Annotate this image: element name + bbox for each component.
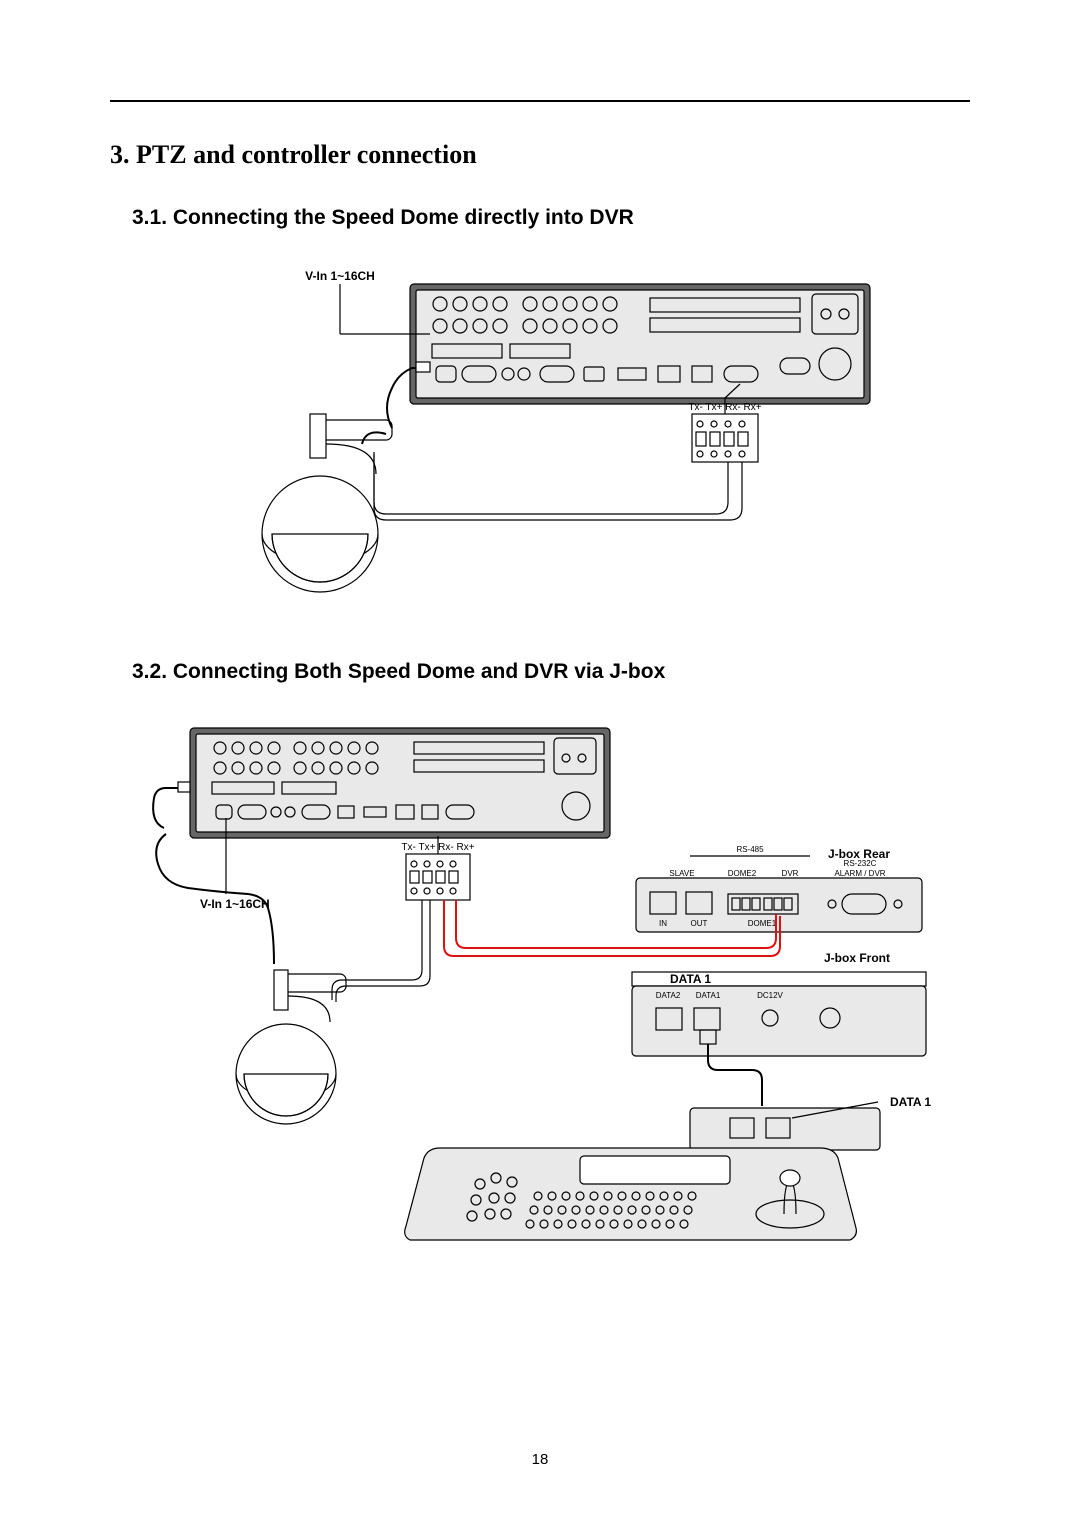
jbox-front-icon: J-box Front DATA 1 DATA2 DATA1 DC12V — [632, 951, 926, 1056]
jbox-front-label: J-box Front — [824, 951, 890, 965]
data1-lower-label: DATA 1 — [890, 1095, 931, 1109]
dvr-back-panel-icon — [410, 284, 870, 404]
page-number: 18 — [0, 1451, 1080, 1468]
dome1-label: DOME1 — [748, 919, 777, 928]
rs485-wires-to-dome-icon — [156, 834, 430, 1002]
speed-dome-camera-icon — [262, 414, 392, 592]
keyboard-controller-icon — [405, 1148, 857, 1240]
diagram-32: V-In 1~16CH Tx- Tx+ Rx- Rx+ — [110, 718, 970, 1258]
dome2-label: DOME2 — [728, 869, 757, 878]
rs232c-label: RS-232C — [844, 859, 877, 868]
dc12v-label: DC12V — [757, 991, 783, 1000]
subsection-32-title: 3.2. Connecting Both Speed Dome and DVR … — [132, 660, 970, 684]
data2-label: DATA2 — [656, 991, 681, 1000]
subsection-31-title: 3.1. Connecting the Speed Dome directly … — [132, 206, 970, 230]
dvr-back-panel-icon — [190, 728, 610, 838]
keyboard-rear-icon: DATA 1 — [690, 1095, 931, 1150]
out-label: OUT — [691, 919, 708, 928]
section-title: 3. PTZ and controller connection — [110, 140, 970, 170]
data1-small-label: DATA1 — [696, 991, 721, 1000]
speed-dome-camera-icon — [236, 970, 346, 1124]
rs485-wires-icon — [374, 452, 742, 520]
document-page: 3. PTZ and controller connection 3.1. Co… — [0, 0, 1080, 1528]
vin-label: V-In 1~16CH — [305, 269, 375, 283]
alarm-dvr-label: ALARM / DVR — [834, 869, 885, 878]
rs485-terminal-icon: Tx- Tx+ Rx- Rx+ — [401, 836, 474, 900]
dvr-label: DVR — [782, 869, 799, 878]
bnc-cable-icon — [153, 782, 190, 828]
header-rule — [110, 100, 970, 102]
rs485-label: RS-485 — [736, 845, 764, 854]
slave-label: SLAVE — [669, 869, 694, 878]
diagram-31: V-In 1~16CH — [110, 264, 970, 604]
data1-upper-label: DATA 1 — [670, 972, 711, 986]
in-label: IN — [659, 919, 667, 928]
vin-label: V-In 1~16CH — [200, 897, 270, 911]
